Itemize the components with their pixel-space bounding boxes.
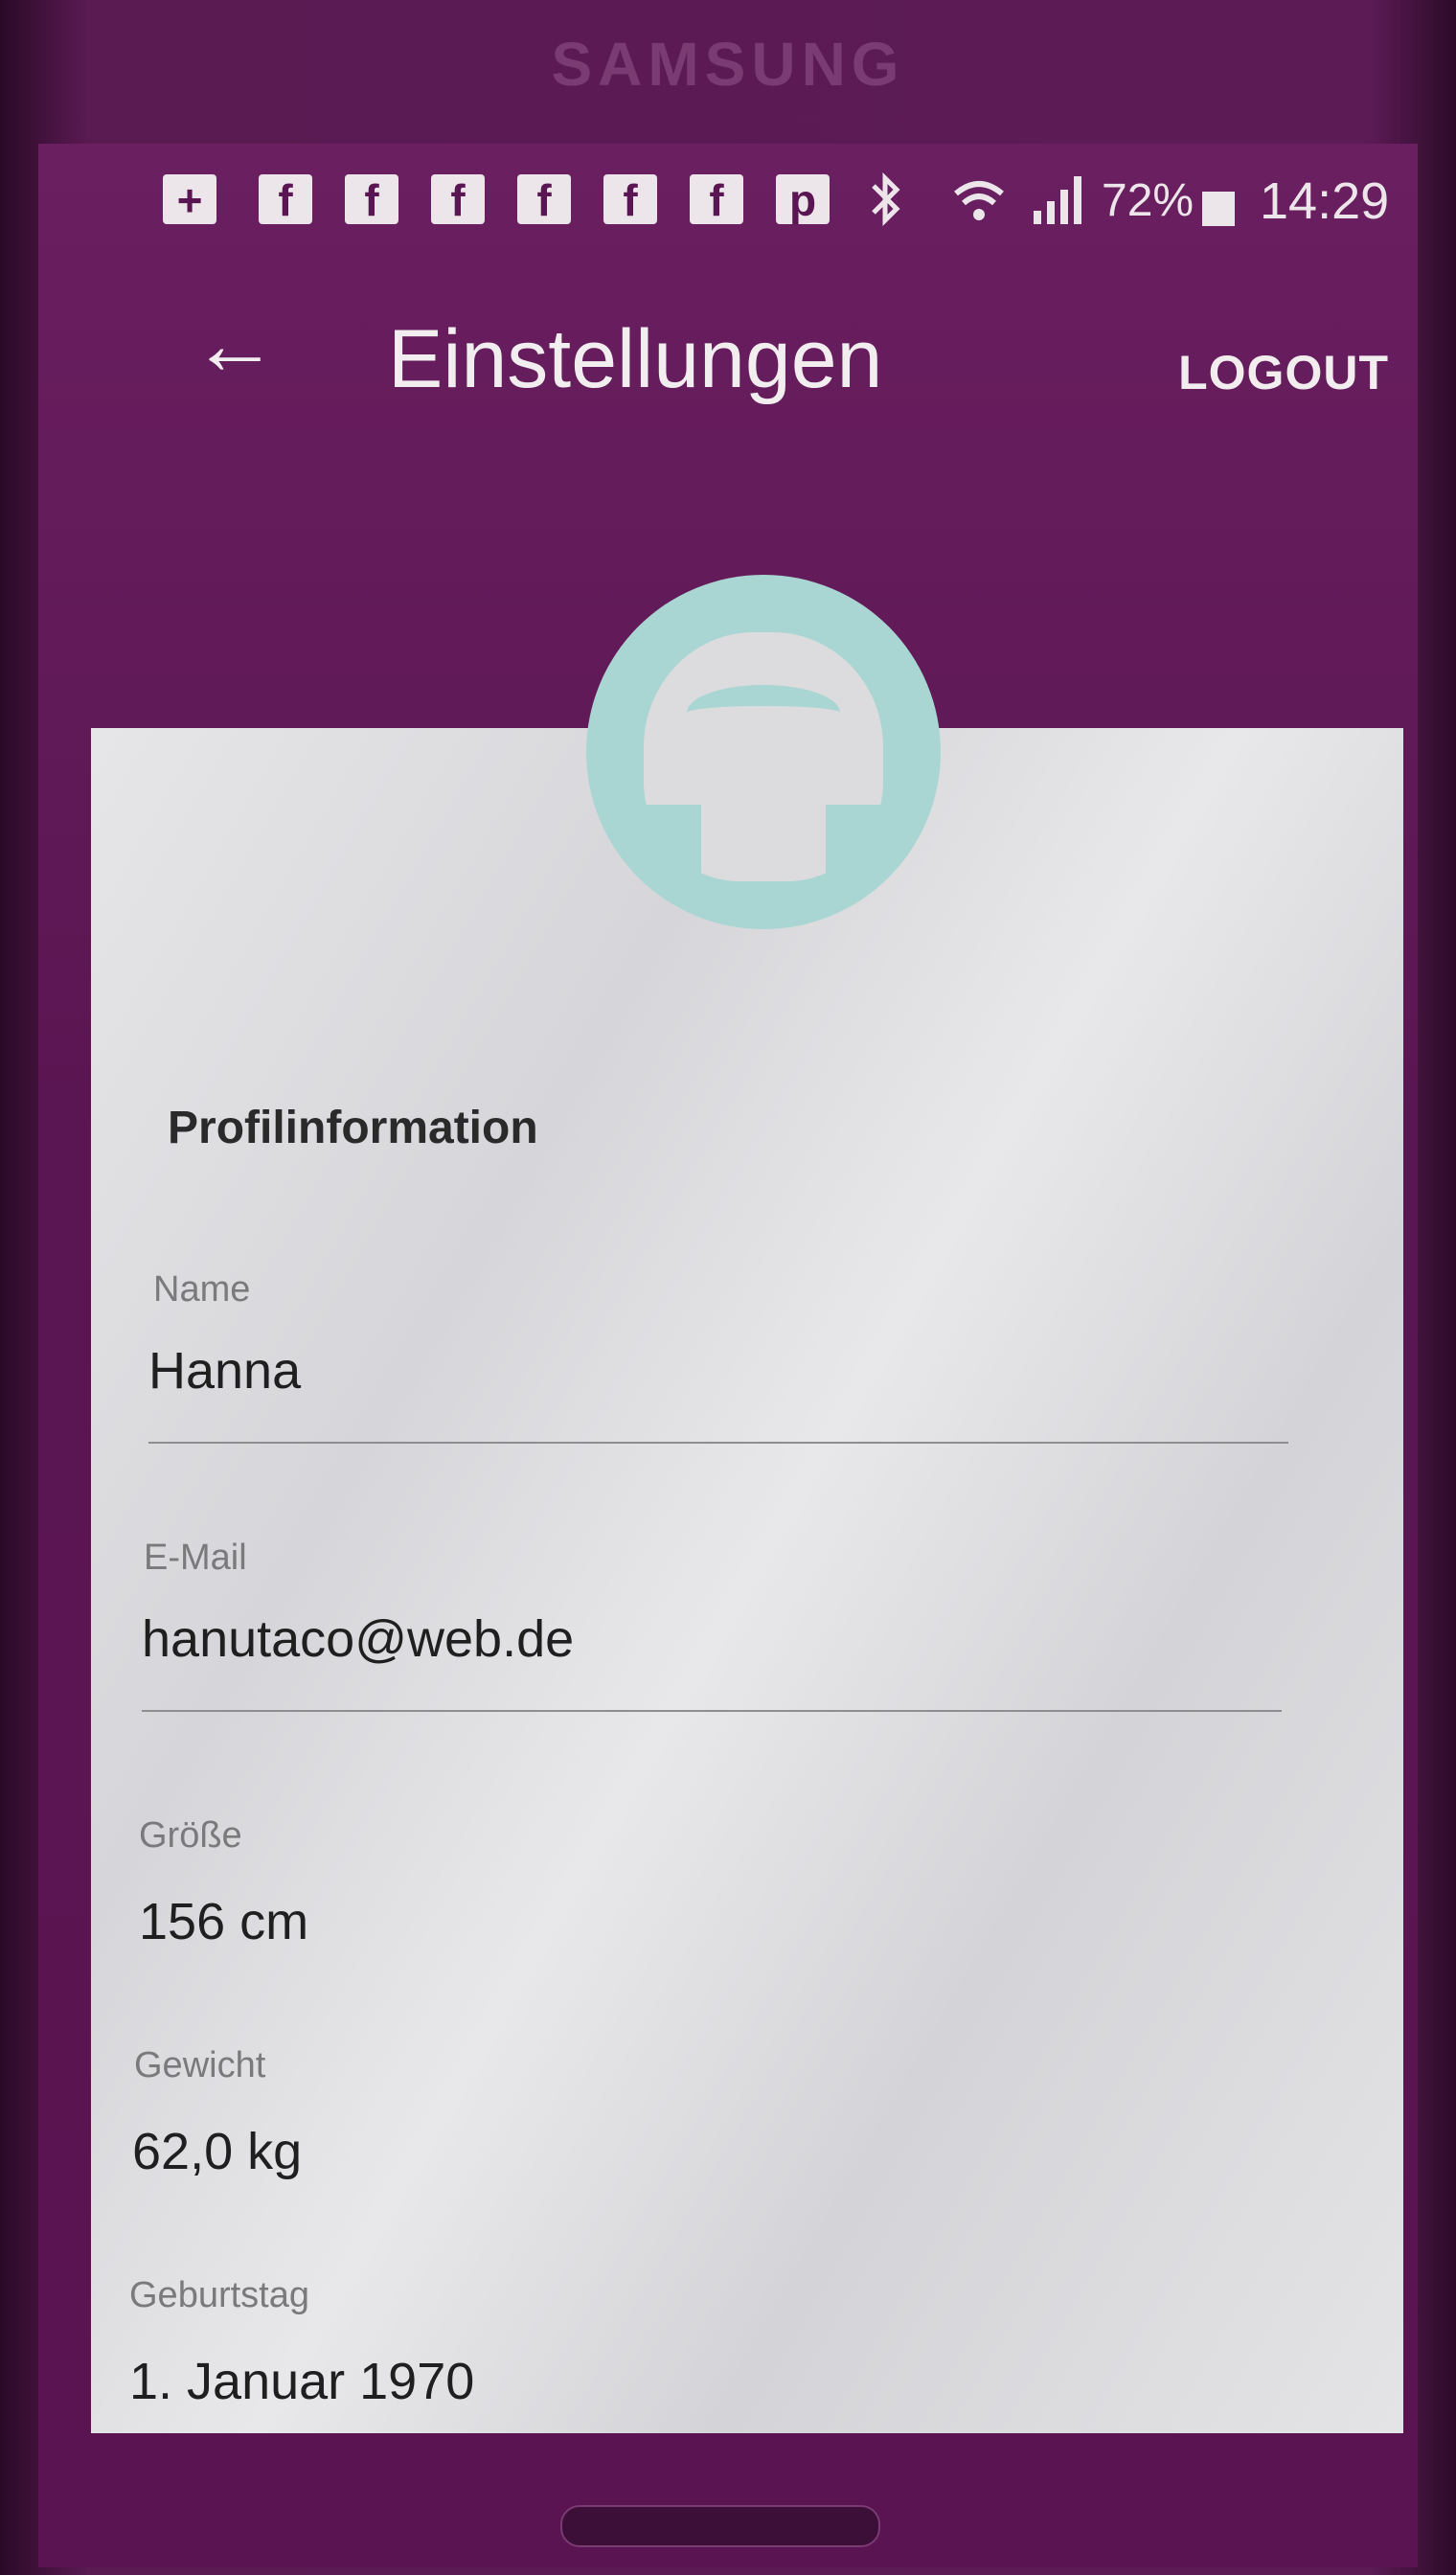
email-field[interactable]: hanutaco@web.de [142, 1609, 574, 1669]
signal-icon [1034, 176, 1081, 224]
name-field[interactable]: Hanna [148, 1341, 301, 1401]
name-underline [148, 1442, 1288, 1444]
name-label: Name [153, 1269, 251, 1310]
facebook-icon: f [259, 174, 312, 225]
email-underline [142, 1710, 1282, 1712]
page-title: Einstellungen [388, 313, 883, 405]
phone-frame: SAMSUNG + f f f f f f p 72% 14:29 ← Eins… [0, 0, 1456, 2575]
back-button[interactable]: ← [192, 297, 278, 393]
arrow-left-icon: ← [192, 297, 278, 393]
facebook-icon: f [690, 174, 743, 225]
avatar-hair [687, 685, 840, 741]
device-brand: SAMSUNG [551, 30, 905, 99]
user-avatar-icon[interactable] [586, 575, 941, 929]
weight-label: Gewicht [134, 2045, 266, 2085]
birthday-field[interactable]: 1. Januar 1970 [129, 2352, 474, 2411]
facebook-icon: f [431, 174, 485, 225]
birthday-label: Geburtstag [129, 2275, 309, 2315]
battery-icon [1202, 192, 1235, 226]
logout-button[interactable]: LOGOUT [1178, 345, 1389, 400]
status-bar: + f f f f f f p 72% 14:29 [153, 163, 1399, 239]
weight-field[interactable]: 62,0 kg [132, 2122, 302, 2181]
avatar-shoulder-left [634, 805, 701, 891]
status-time: 14:29 [1260, 172, 1390, 230]
height-field[interactable]: 156 cm [139, 1892, 308, 1951]
bluetooth-icon [872, 171, 900, 227]
chat-icon: p [776, 174, 830, 225]
section-title: Profilinformation [168, 1103, 538, 1153]
facebook-icon: f [517, 174, 571, 225]
app-bar: ← Einstellungen LOGOUT [0, 278, 1456, 450]
facebook-icon: f [345, 174, 398, 225]
height-label: Größe [139, 1815, 242, 1856]
battery-percent: 72% [1102, 175, 1194, 226]
facebook-icon: f [603, 174, 657, 225]
home-button[interactable] [560, 2505, 880, 2547]
mail-plus-icon: + [163, 174, 216, 225]
avatar-shoulder-right [826, 805, 893, 891]
email-label: E-Mail [144, 1538, 247, 1578]
wifi-icon [954, 181, 1004, 220]
